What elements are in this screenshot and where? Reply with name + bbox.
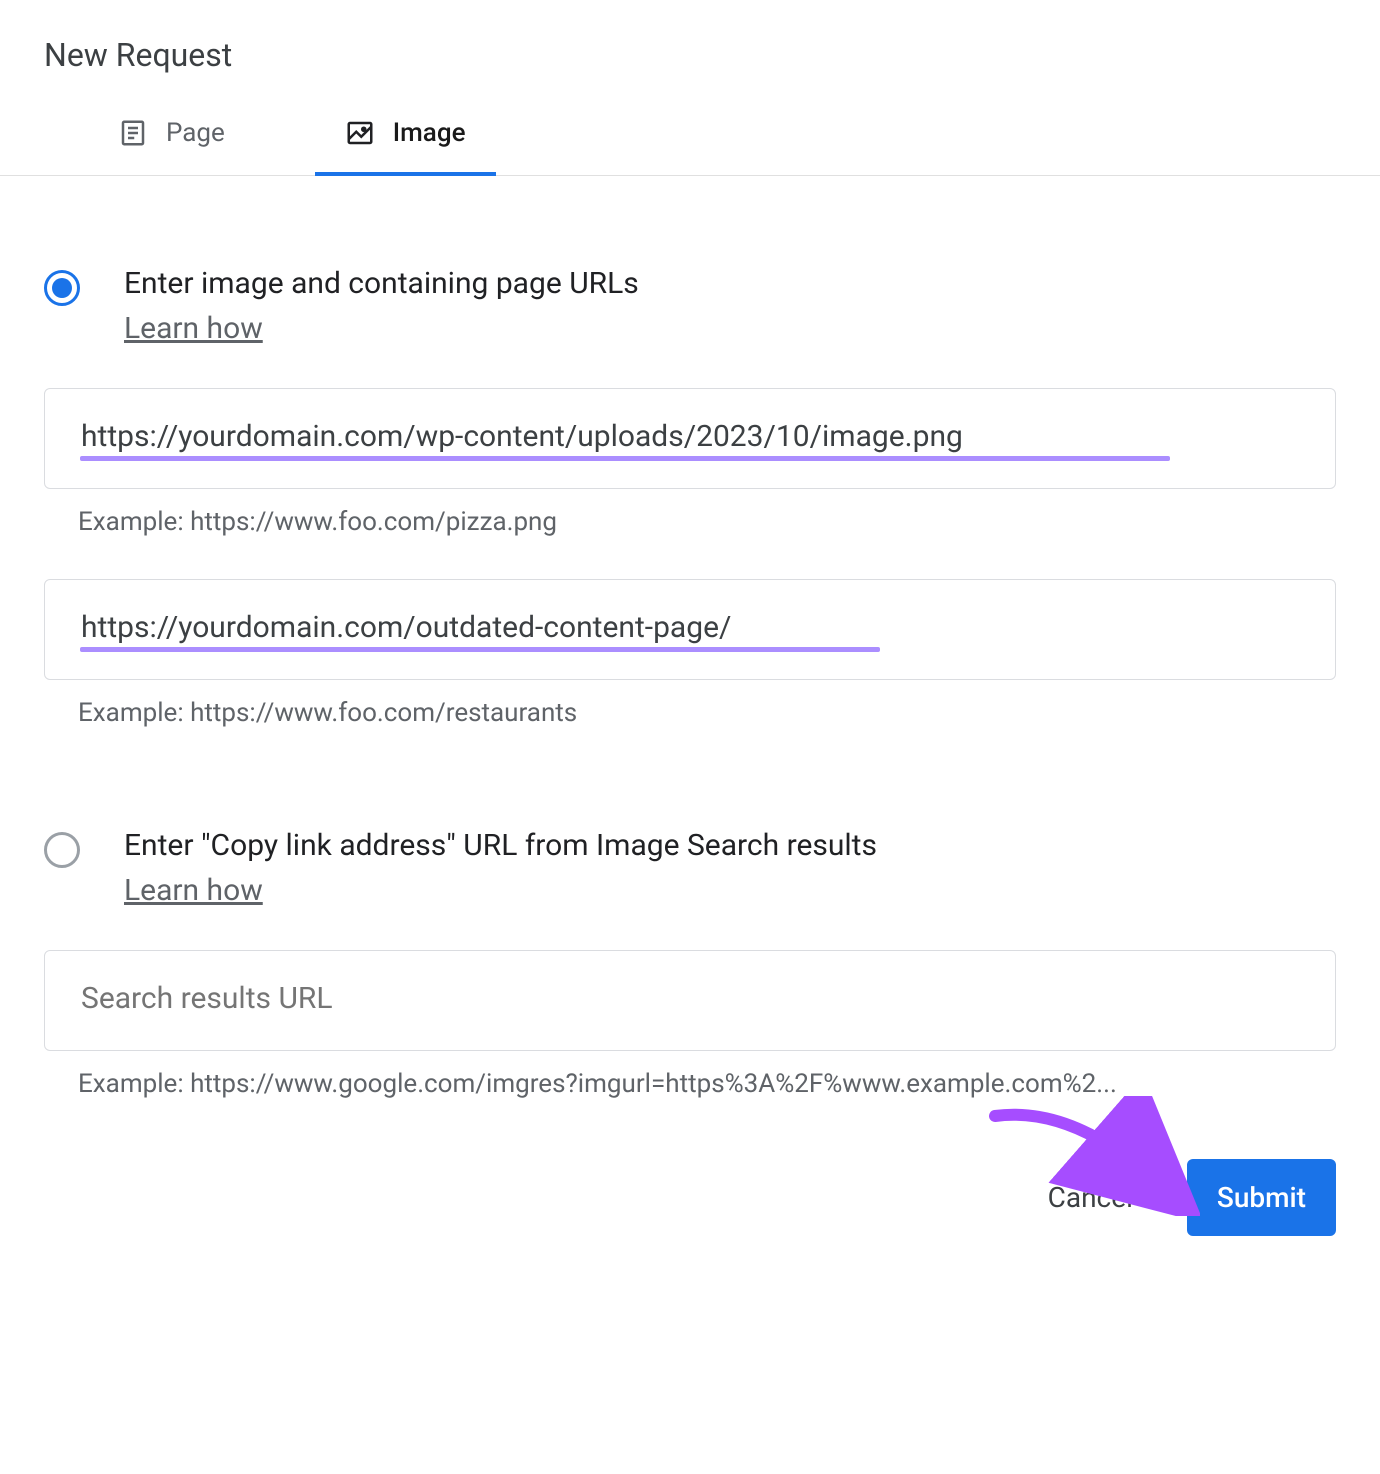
learn-how-link[interactable]: Learn how xyxy=(124,311,263,346)
radio-copy-link[interactable] xyxy=(44,832,80,868)
page-icon xyxy=(118,118,148,148)
annotation-underline xyxy=(80,456,1170,461)
option-enter-urls: Enter image and containing page URLs Lea… xyxy=(44,266,1336,728)
learn-how-link[interactable]: Learn how xyxy=(124,873,263,908)
radio-enter-urls[interactable] xyxy=(44,270,80,306)
tab-label: Page xyxy=(166,118,225,148)
tab-image[interactable]: Image xyxy=(315,118,496,176)
tab-label: Image xyxy=(393,118,466,148)
image-url-input[interactable] xyxy=(44,388,1336,489)
submit-button[interactable]: Submit xyxy=(1187,1159,1336,1236)
page-url-input[interactable] xyxy=(44,579,1336,680)
footer-actions: Cancel Submit xyxy=(0,1159,1380,1276)
example-text: Example: https://www.foo.com/restaurants xyxy=(78,698,1336,728)
page-title: New Request xyxy=(44,36,1380,74)
search-results-url-input[interactable] xyxy=(44,950,1336,1051)
option-copy-link: Enter "Copy link address" URL from Image… xyxy=(44,828,1336,1099)
annotation-underline xyxy=(80,647,880,652)
option-title: Enter "Copy link address" URL from Image… xyxy=(124,828,1336,863)
example-text: Example: https://www.foo.com/pizza.png xyxy=(78,507,1336,537)
tab-bar: Page Image xyxy=(0,118,1380,176)
image-icon xyxy=(345,118,375,148)
example-text: Example: https://www.google.com/imgres?i… xyxy=(78,1069,1336,1099)
cancel-button[interactable]: Cancel xyxy=(1042,1180,1139,1215)
option-title: Enter image and containing page URLs xyxy=(124,266,1336,301)
tab-page[interactable]: Page xyxy=(88,118,255,176)
